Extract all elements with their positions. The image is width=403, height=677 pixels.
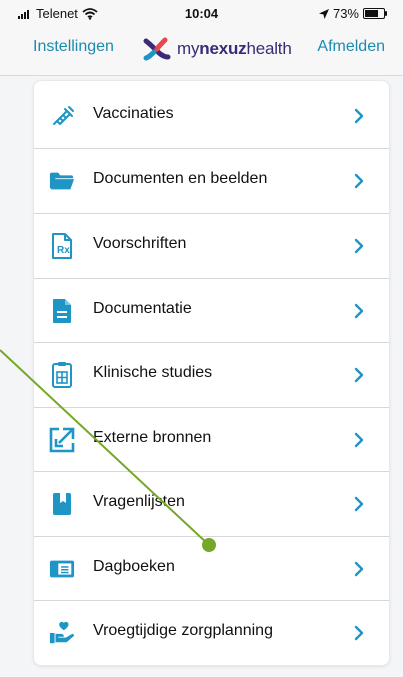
battery-percent: 73% — [332, 6, 359, 21]
menu-item-klinische-studies[interactable]: Klinische studies — [34, 346, 389, 404]
app-header: Instellingen mynexuzhealth Afmelden — [0, 30, 403, 76]
divider — [34, 471, 389, 472]
divider — [34, 407, 389, 408]
heart-hand-icon — [49, 620, 75, 646]
chevron-right-icon — [351, 104, 367, 128]
menu-item-label: Vaccinaties — [93, 105, 174, 122]
menu-item-vragenlijsten[interactable]: Vragenlijsten — [34, 475, 389, 533]
brand-nexuz: nexuz — [199, 39, 247, 58]
divider — [34, 148, 389, 149]
location-arrow-icon — [318, 8, 329, 19]
menu-item-vaccinaties[interactable]: Vaccinaties — [34, 87, 389, 145]
menu-item-label: Documentatie — [93, 300, 192, 317]
menu-item-label: Dagboeken — [93, 558, 175, 575]
syringe-icon — [49, 103, 75, 129]
menu-item-documenten[interactable]: Documenten en beelden — [34, 152, 389, 210]
chevron-right-icon — [351, 234, 367, 258]
menu-item-label: Voorschriften — [93, 235, 187, 252]
chevron-right-icon — [351, 363, 367, 387]
divider — [34, 536, 389, 537]
divider — [34, 213, 389, 214]
brand-my: my — [177, 39, 200, 58]
svg-text:Rx: Rx — [57, 245, 70, 256]
battery-level — [365, 10, 378, 17]
nexuz-logo-icon — [143, 37, 171, 61]
menu-item-label: Vragenlijsten — [93, 493, 185, 510]
status-bar: Telenet 10:04 73% — [0, 0, 403, 30]
brand-health: health — [246, 39, 292, 58]
menu-item-label: Vroegtijdige zorgplanning — [93, 622, 273, 639]
chevron-right-icon — [351, 492, 367, 516]
logout-link[interactable]: Afmelden — [317, 38, 385, 56]
menu-item-label: Klinische studies — [93, 364, 213, 381]
divider — [34, 600, 389, 601]
journal-icon — [49, 556, 75, 582]
divider — [34, 278, 389, 279]
menu-item-label: Externe bronnen — [93, 429, 212, 446]
menu-item-dagboeken[interactable]: Dagboeken — [34, 540, 389, 598]
divider — [34, 342, 389, 343]
chevron-right-icon — [351, 557, 367, 581]
chevron-right-icon — [351, 299, 367, 323]
chevron-right-icon — [351, 428, 367, 452]
clipboard-icon — [49, 362, 75, 388]
chevron-right-icon — [351, 169, 367, 193]
brand-name: mynexuzhealth — [177, 39, 292, 59]
menu-item-voorschriften[interactable]: Rx Voorschriften — [34, 217, 389, 275]
menu-card: Vaccinaties Documenten en beelden Rx Voo… — [33, 80, 390, 666]
menu-item-vroegtijdige-zorgplanning[interactable]: Vroegtijdige zorgplanning — [34, 604, 389, 662]
status-right: 73% — [318, 6, 387, 21]
settings-link[interactable]: Instellingen — [33, 38, 114, 56]
brand-logo: mynexuzhealth — [142, 36, 292, 62]
prescription-icon: Rx — [49, 233, 75, 259]
external-link-icon — [49, 427, 75, 453]
chevron-right-icon — [351, 621, 367, 645]
battery-icon — [363, 8, 387, 19]
menu-item-externe-bronnen[interactable]: Externe bronnen — [34, 411, 389, 469]
folder-icon — [49, 168, 75, 194]
menu-item-documentatie[interactable]: Documentatie — [34, 282, 389, 340]
menu-item-label: Documenten en beelden — [93, 170, 268, 187]
document-icon — [49, 298, 75, 324]
bookmark-icon — [49, 491, 75, 517]
